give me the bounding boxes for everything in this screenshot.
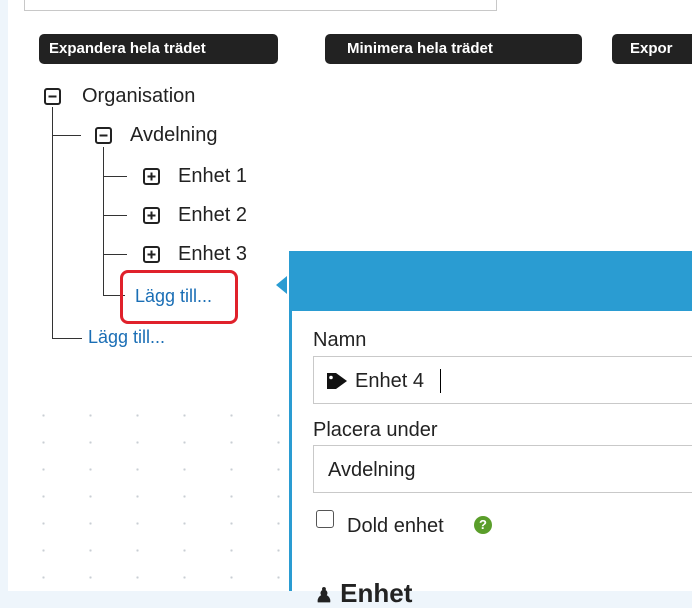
tree-connector-unit-2 (103, 215, 127, 216)
popup-pointer (276, 276, 287, 294)
minus-box-icon (99, 134, 108, 137)
expand-toggle-enhet-1[interactable] (143, 168, 160, 185)
tree-connector-root-add (52, 338, 82, 339)
plus-box-icon (147, 211, 156, 220)
popup-header (292, 251, 692, 311)
parent-value: Avdelning (328, 459, 416, 481)
tree-connector-root (52, 107, 53, 339)
text-cursor (440, 369, 441, 393)
tree-node-enhet-1[interactable]: Enhet 1 (178, 164, 247, 188)
name-input[interactable]: Enhet 4 (313, 356, 692, 404)
tree-connector-units (103, 147, 104, 296)
name-value: Enhet 4 (355, 370, 424, 392)
user-icon: ♟ (315, 585, 333, 607)
export-button[interactable]: Expor (612, 34, 692, 64)
tree-node-enhet-3[interactable]: Enhet 3 (178, 242, 247, 266)
parent-label: Placera under (313, 419, 438, 441)
tree-node-avdelning[interactable]: Avdelning (130, 123, 217, 147)
section-heading: ♟ Enhet (315, 578, 413, 608)
minus-box-icon (48, 95, 57, 98)
expand-tree-button[interactable]: Expandera hela trädet (39, 34, 278, 64)
parent-select[interactable]: Avdelning (313, 445, 692, 493)
tree-connector-unit-1 (103, 176, 127, 177)
hidden-unit-label: Dold enhet (347, 515, 444, 537)
expand-toggle-enhet-3[interactable] (143, 246, 160, 263)
collapse-toggle-organisation[interactable] (44, 88, 61, 105)
add-unit-popup: Namn Enhet 4 Placera under Avdelning Dol… (289, 251, 692, 607)
tag-icon (327, 373, 347, 389)
plus-box-icon (147, 250, 156, 259)
search-input[interactable] (24, 0, 497, 11)
tree-node-organisation[interactable]: Organisation (82, 84, 195, 108)
question-icon[interactable]: ? (474, 516, 492, 534)
collapse-tree-button[interactable]: Minimera hela trädet (325, 34, 582, 64)
name-label: Namn (313, 329, 367, 351)
collapse-toggle-avdelning[interactable] (95, 127, 112, 144)
plus-box-icon (147, 172, 156, 181)
section-heading-text: Enhet (340, 578, 413, 608)
add-department-link[interactable]: Lägg till... (88, 326, 165, 348)
highlight-box (120, 270, 238, 324)
hidden-unit-checkbox[interactable] (316, 510, 334, 528)
tree-node-enhet-2[interactable]: Enhet 2 (178, 203, 247, 227)
expand-toggle-enhet-2[interactable] (143, 207, 160, 224)
tree-connector-department (52, 135, 81, 136)
tree-connector-unit-3 (103, 254, 127, 255)
